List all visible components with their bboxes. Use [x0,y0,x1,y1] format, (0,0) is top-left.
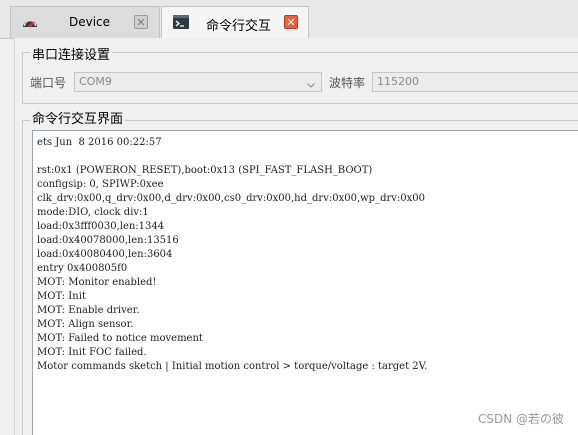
speedometer-icon [21,13,39,31]
tab-device[interactable]: Device ✕ [10,6,160,38]
console-line: load:0x40080400,len:3604 [37,249,173,260]
close-icon[interactable]: ✕ [134,15,148,29]
console-line: entry 0x400805f0 [37,263,128,274]
baud-value: 115200 [377,75,419,88]
console-line: configsip: 0, SPIWP:0xee [37,179,164,190]
tab-command-line[interactable]: 命令行交互 ✕ [161,6,309,39]
watermark: CSDN @若の彼 [477,412,564,426]
console-line: load:0x40078000,len:13516 [37,235,179,246]
port-label: 端口号 [30,76,67,90]
console-line: rst:0x1 (POWERON_RESET),boot:0x13 (SPI_F… [37,165,373,176]
console-line: MOT: Failed to notice movement [37,333,203,344]
console-line: Motor commands sketch | Initial motion c… [37,361,428,372]
console-line: MOT: Monitor enabled! [37,277,157,288]
console-line: MOT: Init FOC failed. [37,347,147,358]
console-line: MOT: Init [37,291,86,302]
close-icon[interactable]: ✕ [284,15,298,29]
console-output[interactable]: ets Jun 8 2016 00:22:57 rst:0x1 (POWERON… [32,130,578,435]
tab-command-line-label: 命令行交互 [206,19,272,34]
terminal-icon [172,13,190,31]
console-line: clk_drv:0x00,q_drv:0x00,d_drv:0x00,cs0_d… [37,193,426,204]
tab-bar: Device ✕ 命令行交互 ✕ [0,0,578,39]
serial-settings-title: 串口连接设置 [30,44,113,63]
console-line: ets Jun 8 2016 00:22:57 [37,137,162,148]
baud-label: 波特率 [329,76,366,90]
console-line: MOT: Enable driver. [37,305,140,316]
console-line: MOT: Align sensor. [37,319,134,330]
console-line: mode:DIO, clock div:1 [37,207,149,218]
console-title: 命令行交互界面 [30,108,126,127]
tab-device-label: Device [69,15,111,29]
port-select[interactable]: COM9 [74,72,322,92]
chevron-down-icon [307,77,315,88]
port-value: COM9 [79,75,112,88]
baud-field[interactable]: 115200 [372,72,578,92]
console-line: load:0x3fff0030,len:1344 [37,221,165,232]
